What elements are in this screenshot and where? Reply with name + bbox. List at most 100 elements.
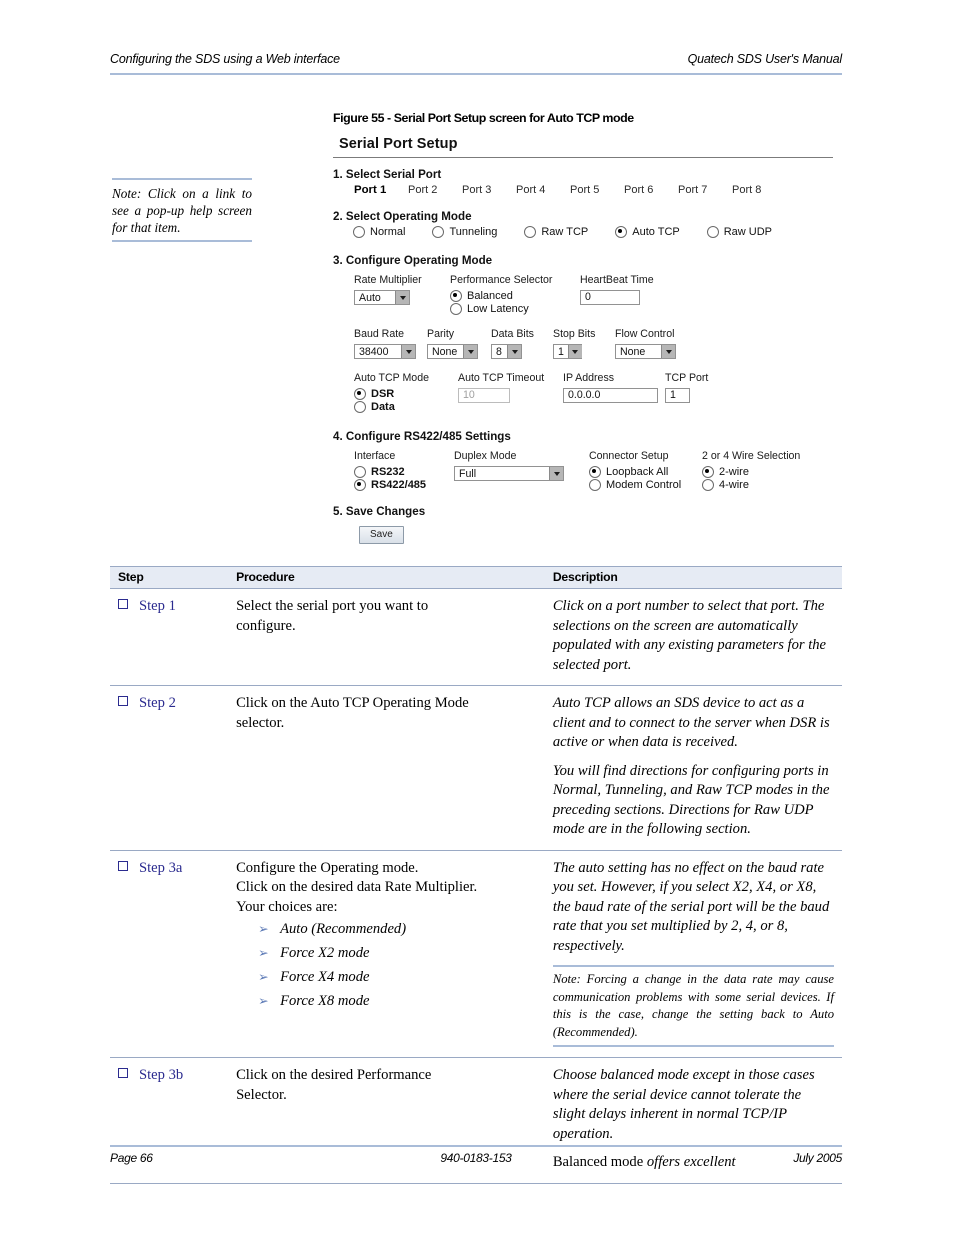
field-rate-multiplier: Rate Multiplier Auto xyxy=(354,274,450,305)
port-link-4[interactable]: Port 4 xyxy=(516,184,570,196)
label-parity: Parity xyxy=(427,328,455,340)
section1-heading: 1. Select Serial Port xyxy=(333,168,442,181)
step-cell: Step 3a xyxy=(110,850,229,1058)
radio-connector-loopback-all[interactable]: Loopback All xyxy=(589,466,702,478)
radio-icon-auto-tcp-selected xyxy=(615,226,628,238)
radio-mode-normal[interactable]: Normal xyxy=(353,226,405,238)
field-heartbeat-time: HeartBeat Time 0 xyxy=(580,274,654,305)
step-label: Step 1 xyxy=(139,598,176,614)
checkbox-icon[interactable] xyxy=(118,599,128,609)
port-link-8[interactable]: Port 8 xyxy=(732,184,786,196)
chevron-down-icon xyxy=(567,345,582,358)
table-row: Step 3a Configure the Operating mode. Cl… xyxy=(110,850,842,1058)
radio-auto-tcp-data[interactable]: Data xyxy=(354,401,458,413)
section-configure-rs422-485: 4. Configure RS422/485 Settings Interfac… xyxy=(333,430,845,491)
auto-tcp-mode-radio-group: DSR Data xyxy=(354,388,458,413)
footer-divider xyxy=(110,1145,842,1147)
radio-wire-2-wire[interactable]: 2-wire xyxy=(702,466,800,478)
section-save-changes: 5. Save Changes Save xyxy=(333,505,845,544)
radio-mode-tunneling[interactable]: Tunneling xyxy=(432,226,497,238)
port-link-1[interactable]: Port 1 xyxy=(354,184,408,196)
chevron-down-icon xyxy=(463,345,477,358)
input-auto-tcp-timeout[interactable]: 10 xyxy=(458,388,510,403)
checkbox-icon[interactable] xyxy=(118,1068,128,1078)
select-parity[interactable]: None xyxy=(427,344,478,359)
radio-interface-rs232[interactable]: RS232 xyxy=(354,466,454,478)
select-data-bits-value: 8 xyxy=(496,345,502,358)
input-ip-address[interactable]: 0.0.0.0 xyxy=(563,388,658,403)
margin-note-text: Note: Click on a link to see a pop-up he… xyxy=(112,186,252,235)
chevron-down-icon xyxy=(549,467,563,480)
step-cell: Step 1 xyxy=(110,588,229,686)
save-button[interactable]: Save xyxy=(359,526,404,544)
field-ip-address: IP Address 0.0.0.0 xyxy=(563,372,665,403)
radio-connector-modem-control[interactable]: Modem Control xyxy=(589,479,702,491)
radio-mode-auto-tcp[interactable]: Auto TCP xyxy=(615,226,680,238)
input-heartbeat-time[interactable]: 0 xyxy=(580,290,640,305)
column-header-procedure: Procedure xyxy=(228,566,545,589)
select-rate-multiplier[interactable]: Auto xyxy=(354,290,410,305)
figure-caption: Figure 55 - Serial Port Setup screen for… xyxy=(333,111,634,125)
port-link-2[interactable]: Port 2 xyxy=(408,184,462,196)
label-baud-rate: Baud Rate xyxy=(354,328,405,340)
port-link-3[interactable]: Port 3 xyxy=(462,184,516,196)
procedure-line: Your choices are: xyxy=(236,898,338,915)
section-select-serial-port: 1. Select Serial Port Port 1 Port 2 Port… xyxy=(333,168,845,196)
radio-wire-4-wire[interactable]: 4-wire xyxy=(702,479,800,491)
field-auto-tcp-mode: Auto TCP Mode DSR Data xyxy=(354,372,458,413)
step-cell: Step 2 xyxy=(110,685,229,851)
rs422-485-row: Interface RS232 RS422/485 Duplex Mode Fu… xyxy=(333,450,845,491)
operating-mode-row-2: Baud Rate 38400 Parity None Data Bits 8 … xyxy=(333,328,845,359)
radio-mode-raw-tcp[interactable]: Raw TCP xyxy=(524,226,588,238)
select-stop-bits-value: 1 xyxy=(558,345,564,358)
select-flow-control[interactable]: None xyxy=(615,344,676,359)
select-data-bits[interactable]: 8 xyxy=(491,344,522,359)
select-duplex-mode-value: Full xyxy=(459,467,477,480)
description-inline-note: Note: Forcing a change in the data rate … xyxy=(552,965,834,1047)
port-link-6[interactable]: Port 6 xyxy=(624,184,678,196)
field-data-bits: Data Bits 8 xyxy=(491,328,553,359)
radio-label-raw-udp: Raw UDP xyxy=(723,226,773,238)
header-right-text: Quatech SDS User's Manual xyxy=(687,52,843,66)
procedure-line: Selector. xyxy=(236,1086,287,1103)
radio-label-rs232: RS232 xyxy=(371,466,405,478)
label-flow-control: Flow Control xyxy=(615,328,675,340)
radio-label-dsr: DSR xyxy=(371,388,395,400)
label-connector-setup: Connector Setup xyxy=(589,450,669,462)
label-tcp-port: TCP Port xyxy=(665,372,709,384)
radio-icon-normal xyxy=(353,226,365,238)
column-header-step: Step xyxy=(110,566,229,589)
radio-auto-tcp-dsr[interactable]: DSR xyxy=(354,388,458,400)
select-baud-rate[interactable]: 38400 xyxy=(354,344,416,359)
radio-icon-dsr-selected xyxy=(354,388,366,400)
field-tcp-port: TCP Port 1 xyxy=(665,372,708,403)
radio-icon-balanced-selected xyxy=(450,290,462,302)
select-flow-control-value: None xyxy=(620,345,646,358)
radio-label-data: Data xyxy=(371,401,395,413)
label-duplex-mode: Duplex Mode xyxy=(454,450,517,462)
select-parity-value: None xyxy=(432,345,458,358)
procedure-line: Click on the desired Performance xyxy=(236,1067,432,1083)
radio-label-2-wire: 2-wire xyxy=(719,466,749,478)
radio-performance-low-latency[interactable]: Low Latency xyxy=(450,303,580,315)
checkbox-icon[interactable] xyxy=(118,696,128,706)
select-stop-bits[interactable]: 1 xyxy=(553,344,582,359)
label-auto-tcp-mode: Auto TCP Mode xyxy=(354,372,429,384)
footer-document-number: 940-0183-153 xyxy=(440,1151,512,1165)
procedure-bullet-list: Auto (Recommended) Force X2 mode Force X… xyxy=(236,917,537,1013)
step-label: Step 2 xyxy=(139,695,176,711)
select-duplex-mode[interactable]: Full xyxy=(454,466,564,481)
port-link-7[interactable]: Port 7 xyxy=(678,184,732,196)
radio-performance-balanced[interactable]: Balanced xyxy=(450,290,580,302)
radio-interface-rs422-485[interactable]: RS422/485 xyxy=(354,479,454,491)
procedure-cell: Click on the Auto TCP Operating Mode sel… xyxy=(228,685,545,851)
checkbox-icon[interactable] xyxy=(118,860,128,871)
input-tcp-port[interactable]: 1 xyxy=(665,388,690,403)
label-stop-bits: Stop Bits xyxy=(553,328,596,340)
port-link-5[interactable]: Port 5 xyxy=(570,184,624,196)
radio-mode-raw-udp[interactable]: Raw UDP xyxy=(706,226,773,238)
procedure-line: Configure the Operating mode. xyxy=(236,859,419,876)
field-stop-bits: Stop Bits 1 xyxy=(553,328,615,359)
label-auto-tcp-timeout: Auto TCP Timeout xyxy=(458,372,545,384)
label-ip-address: IP Address xyxy=(563,372,615,384)
